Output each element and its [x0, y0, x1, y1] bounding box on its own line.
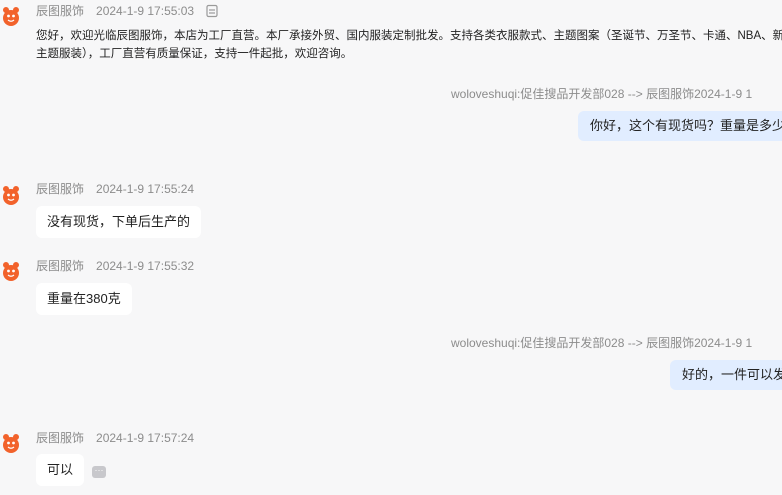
- message-meta: woloveshuqi:促佳搜品开发部028 --> 辰图服饰2024-1-9 …: [451, 334, 752, 351]
- message-text: 没有现货，下单后生产的: [47, 214, 191, 229]
- sender-name: 辰图服饰: [36, 182, 85, 196]
- message-text: 重量在380克: [47, 291, 121, 306]
- message-time: 2024-1-9 17:55:03: [96, 4, 195, 18]
- message-meta: 辰图服饰 2024-1-9 17:57:24: [36, 429, 194, 446]
- message-meta: 辰图服饰 2024-1-9 17:55:03: [36, 2, 219, 21]
- seller-avatar-icon[interactable]: [0, 183, 22, 205]
- seller-avatar-icon[interactable]: [0, 259, 22, 281]
- copy-icon[interactable]: [205, 4, 219, 21]
- incoming-message-bubble: 重量在380克: [36, 283, 132, 315]
- outgoing-message-bubble: 你好，这个有现货吗？重量是多少: [578, 111, 782, 141]
- outgoing-message-bubble: 好的，一件可以发: [670, 360, 782, 390]
- message-meta: 辰图服饰 2024-1-9 17:55:24: [36, 180, 194, 197]
- message-time: 2024-1-9 17:57:24: [96, 431, 195, 445]
- message-meta: 辰图服饰 2024-1-9 17:55:32: [36, 257, 194, 274]
- incoming-message-bubble: 没有现货，下单后生产的: [36, 206, 202, 238]
- message-time: 2024-1-9 1: [694, 87, 753, 101]
- sender-name: 辰图服饰: [36, 431, 85, 445]
- chat-message-list[interactable]: 辰图服饰 2024-1-9 17:55:03 您好，欢迎光临辰图服饰，本店为工厂直…: [0, 0, 782, 495]
- more-options-icon[interactable]: ···: [92, 466, 106, 478]
- sender-name: woloveshuqi:促佳搜品开发部028 --> 辰图服饰: [451, 336, 695, 350]
- seller-avatar-icon[interactable]: [0, 431, 22, 453]
- sender-name: 辰图服饰: [36, 4, 85, 18]
- sender-name: 辰图服饰: [36, 259, 85, 273]
- message-text: 可以: [47, 462, 74, 477]
- incoming-message-bubble: 可以: [36, 454, 85, 486]
- sender-name: woloveshuqi:促佳搜品开发部028 --> 辰图服饰: [451, 87, 695, 101]
- message-meta: woloveshuqi:促佳搜品开发部028 --> 辰图服饰2024-1-9 …: [451, 85, 752, 102]
- message-text: 你好，这个有现货吗？重量是多少: [590, 118, 782, 133]
- message-time: 2024-1-9 17:55:24: [96, 182, 195, 196]
- seller-avatar-icon[interactable]: [0, 4, 22, 26]
- message-time: 2024-1-9 1: [694, 336, 753, 350]
- message-text: 好的，一件可以发: [682, 367, 782, 382]
- message-time: 2024-1-9 17:55:32: [96, 259, 195, 273]
- message-text: 您好，欢迎光临辰图服饰，本店为工厂直营。本厂承接外贸、国内服装定制批发。支持各类…: [36, 30, 782, 60]
